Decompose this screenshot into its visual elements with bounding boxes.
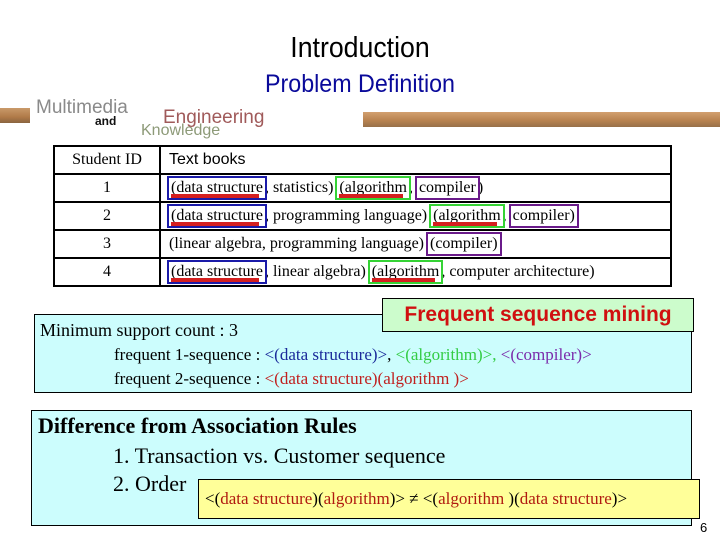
difference-item-1: 1. Transaction vs. Customer sequence bbox=[113, 443, 446, 468]
textbook-table: Student ID Text books 1 (data structure,… bbox=[53, 145, 672, 287]
seq-algorithm: <(algorithm)> bbox=[395, 345, 493, 364]
frequent-1-sequence-line: frequent 1-sequence : <(data structure)>… bbox=[114, 345, 592, 365]
separator: , bbox=[492, 345, 501, 364]
seq-2-value: <(data structure)(algorithm )> bbox=[264, 369, 469, 388]
compiler-highlight: compiler) bbox=[508, 204, 579, 228]
textbooks-cell: (data structure, linear algebra) (algori… bbox=[159, 257, 672, 287]
header-student-id: Student ID bbox=[53, 145, 161, 175]
table-row: 2 (data structure, programming language)… bbox=[53, 201, 672, 231]
not-equal-text: )> ≠ <( bbox=[389, 489, 439, 508]
order-data-structure: data structure bbox=[220, 489, 313, 508]
text-segment: <( bbox=[205, 489, 221, 508]
seq-compiler: <(compiler)> bbox=[500, 345, 592, 364]
table-row: 1 (data structure, statistics) (algorith… bbox=[53, 173, 672, 203]
algorithm-highlight: (algorithm bbox=[367, 260, 444, 284]
text-segment: (linear algebra, programming language) bbox=[169, 235, 428, 252]
header-band-right bbox=[363, 112, 720, 127]
text-segment: )> bbox=[611, 489, 628, 508]
separator: , bbox=[387, 345, 396, 364]
order-data-structure: data structure bbox=[519, 489, 612, 508]
table-row: 3 (linear algebra, programming language)… bbox=[53, 229, 672, 259]
textbooks-cell: (data structure, statistics) (algorithm,… bbox=[159, 173, 672, 203]
difference-title: Difference from Association Rules bbox=[38, 413, 357, 438]
table-header-row: Student ID Text books bbox=[53, 145, 672, 175]
algorithm-highlight: (algorithm bbox=[429, 204, 505, 228]
text-segment: , linear algebra) bbox=[264, 263, 370, 280]
order-example-box: <(data structure)(algorithm)> ≠ <(algori… bbox=[198, 479, 700, 519]
student-id-cell: 1 bbox=[53, 173, 161, 203]
student-id-cell: 3 bbox=[53, 229, 161, 259]
frequent-2-label: frequent 2-sequence : bbox=[114, 369, 265, 388]
logo-and: and bbox=[95, 114, 117, 128]
slide-title: Introduction bbox=[290, 32, 430, 64]
lab-logo: Multimedia and Engineering Knowledge bbox=[33, 97, 363, 141]
slide-subtitle: Problem Definition bbox=[265, 70, 455, 98]
text-segment: , computer architecture) bbox=[441, 263, 595, 280]
difference-item-2: 2. Order bbox=[113, 471, 187, 496]
text-segment: )( bbox=[504, 489, 520, 508]
text-segment: )( bbox=[312, 489, 324, 508]
compiler-highlight: (compiler) bbox=[426, 232, 502, 256]
frequent-sequence-mining-label: Frequent sequence mining bbox=[382, 298, 694, 332]
compiler-highlight: compiler bbox=[414, 176, 480, 200]
frequent-1-label: frequent 1-sequence : bbox=[114, 345, 265, 364]
text-segment: , statistics) bbox=[264, 179, 338, 196]
data-structure-highlight: (data structure bbox=[167, 176, 267, 200]
order-algorithm: algorithm bbox=[323, 489, 390, 508]
student-id-cell: 2 bbox=[53, 201, 161, 231]
seq-data-structure: <(data structure)> bbox=[264, 345, 388, 364]
header-text-books: Text books bbox=[159, 145, 672, 175]
text-segment: , programming language) bbox=[264, 207, 432, 224]
order-algorithm: algorithm bbox=[438, 489, 505, 508]
frequent-2-sequence-line: frequent 2-sequence : <(data structure)(… bbox=[114, 369, 469, 389]
table-row: 4 (data structure, linear algebra) (algo… bbox=[53, 257, 672, 287]
page-number: 6 bbox=[700, 520, 708, 535]
textbooks-cell: (data structure, programming language) (… bbox=[159, 201, 672, 231]
logo-knowledge: Knowledge bbox=[141, 122, 221, 139]
data-structure-highlight: (data structure bbox=[167, 204, 267, 228]
data-structure-highlight: (data structure bbox=[167, 260, 267, 284]
minimum-support-text: Minimum support count : 3 bbox=[40, 320, 238, 340]
textbooks-cell: (linear algebra, programming language) (… bbox=[159, 229, 672, 259]
header-band-left bbox=[0, 108, 30, 123]
algorithm-highlight: (algorithm bbox=[335, 176, 411, 200]
student-id-cell: 4 bbox=[53, 257, 161, 287]
